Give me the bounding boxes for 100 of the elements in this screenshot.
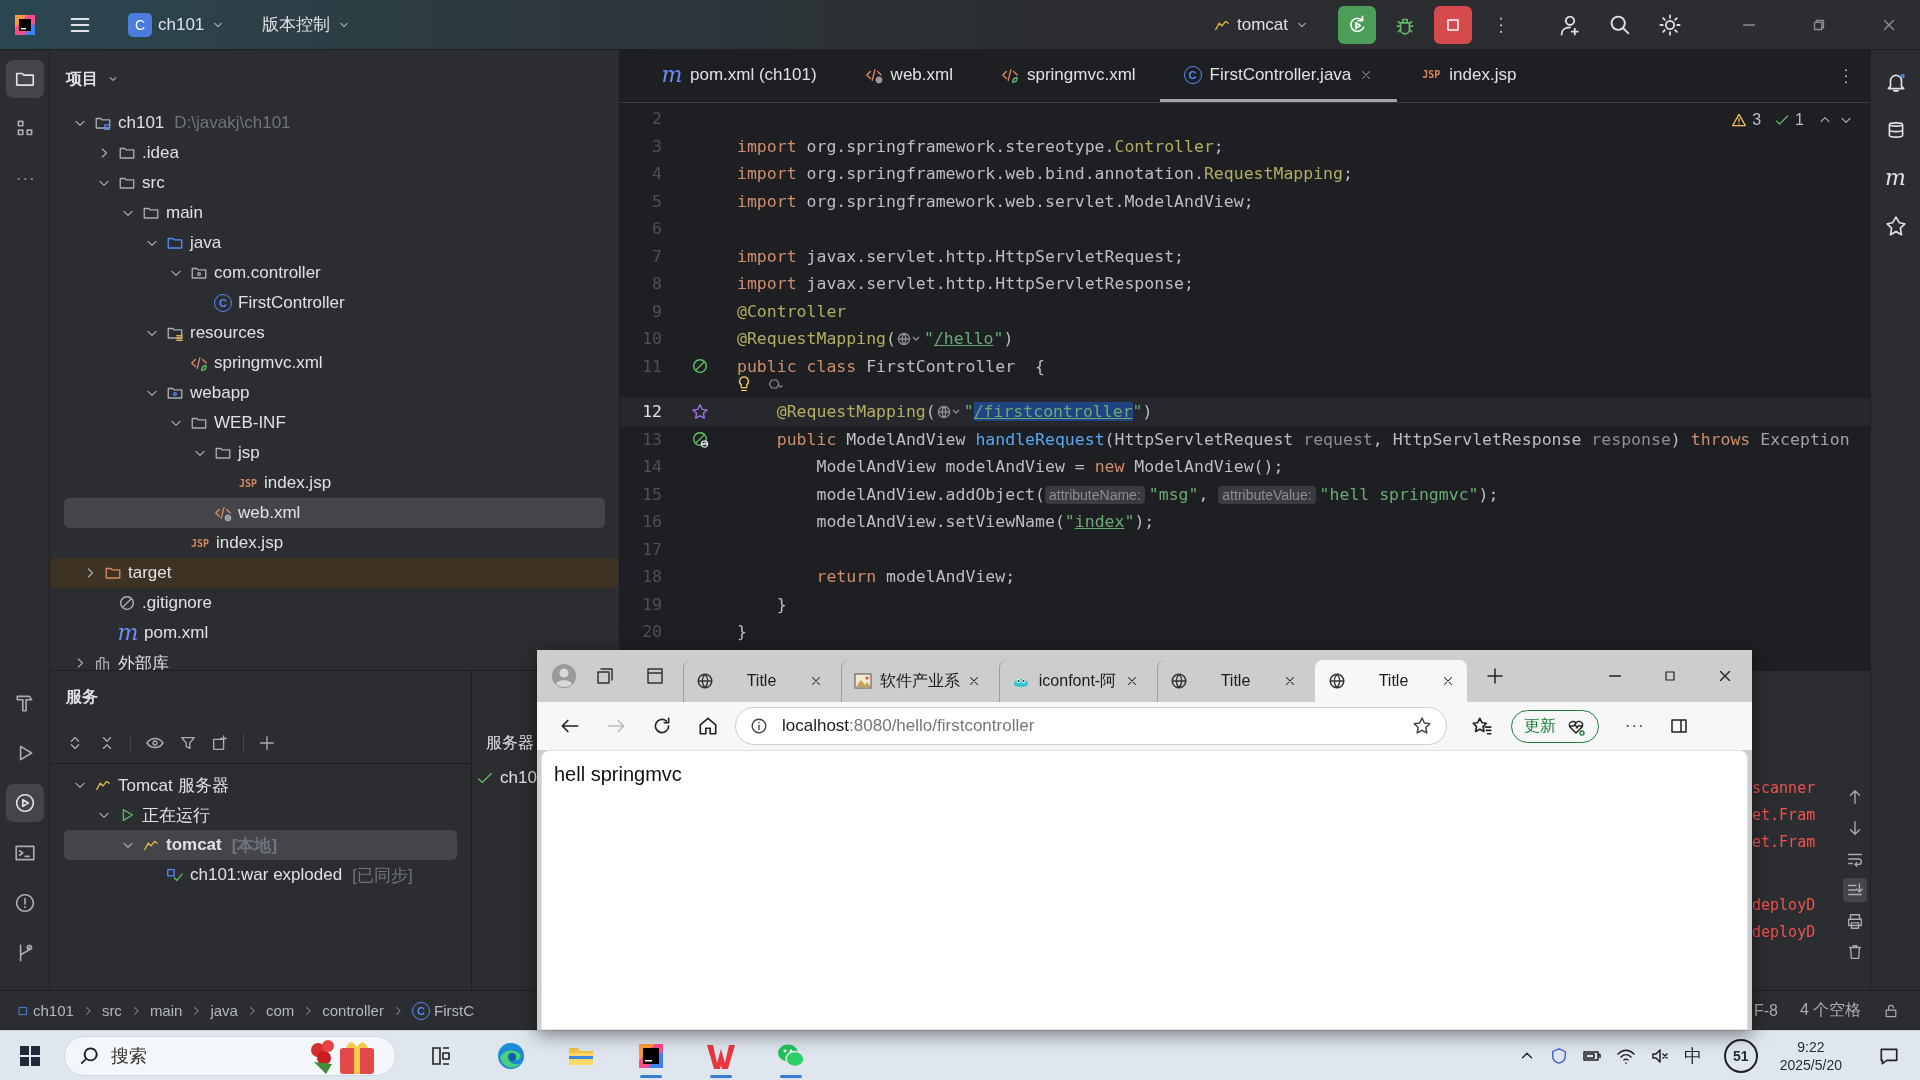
tree-item[interactable]: ch101 D:\javakj\ch101 bbox=[64, 108, 291, 138]
star-icon[interactable] bbox=[1412, 716, 1432, 736]
tree-item[interactable]: 外部库 bbox=[64, 648, 169, 670]
tree-item[interactable]: JSP index.jsp bbox=[64, 468, 332, 498]
editor-tab[interactable]: springmvc.xml bbox=[976, 50, 1160, 102]
trash-icon[interactable] bbox=[1846, 943, 1864, 961]
editor-tab[interactable]: JSP index.jsp bbox=[1397, 50, 1541, 102]
editor-tab[interactable]: web.xml bbox=[840, 50, 977, 102]
breadcrumb-item[interactable]: com bbox=[262, 1000, 298, 1021]
problem-icon[interactable] bbox=[13, 892, 36, 914]
workspaces-icon[interactable] bbox=[595, 666, 615, 686]
tree-item[interactable]: main bbox=[64, 198, 203, 228]
running-indicator bbox=[780, 1074, 802, 1078]
favorites-icon[interactable] bbox=[1471, 715, 1493, 737]
count-badge[interactable]: 51 bbox=[1723, 1038, 1758, 1073]
breadcrumb-item[interactable]: ch101 bbox=[14, 1000, 77, 1021]
tree-item[interactable]: target bbox=[50, 558, 619, 588]
windows-icon[interactable] bbox=[18, 1043, 42, 1068]
tree-item[interactable]: jsp bbox=[64, 438, 260, 468]
home-icon[interactable] bbox=[697, 715, 719, 737]
code-line: import org.springframework.web.servlet.ModelAndView; bbox=[737, 191, 1254, 211]
close-icon[interactable] bbox=[967, 674, 981, 688]
add-icon[interactable] bbox=[258, 734, 276, 752]
code-line: ModelAndView modelAndView = new ModelAndView(); bbox=[815, 457, 1284, 477]
output-item[interactable]: ch10 bbox=[500, 768, 537, 788]
breadcrumb-item[interactable]: src bbox=[98, 1000, 125, 1021]
code-line: @Controller bbox=[737, 301, 847, 321]
maximize-icon[interactable] bbox=[1662, 668, 1678, 684]
info-icon[interactable] bbox=[750, 717, 768, 735]
close-icon[interactable] bbox=[1441, 674, 1455, 688]
tree-item[interactable]: webapp bbox=[64, 378, 250, 408]
indent-label[interactable]: 4 个空格 bbox=[1800, 1000, 1862, 1021]
tree-item[interactable]: m pom.xml bbox=[64, 618, 209, 648]
encoding-label[interactable]: F-8 bbox=[1754, 1001, 1778, 1020]
tab-layout-icon[interactable] bbox=[645, 666, 665, 686]
tree-item[interactable]: 正在运行 bbox=[64, 800, 210, 830]
breadcrumb-item[interactable]: main bbox=[146, 1000, 186, 1021]
breadcrumb-item[interactable]: C FirstC bbox=[408, 999, 477, 1022]
tree-item[interactable]: ch101:war exploded [已同步] bbox=[64, 860, 413, 890]
vcs-dropdown[interactable]: 版本控制 bbox=[254, 7, 361, 42]
bell-icon[interactable] bbox=[1884, 71, 1907, 93]
code-vision-icon[interactable] bbox=[767, 376, 783, 392]
search-icon bbox=[78, 1044, 100, 1067]
close-icon[interactable] bbox=[809, 674, 823, 688]
breadcrumb-item[interactable]: controller bbox=[319, 1000, 387, 1021]
code-line: import org.springframework.stereotype.Controller; bbox=[737, 136, 1224, 156]
rerun-button[interactable] bbox=[1338, 5, 1376, 44]
check-icon[interactable] bbox=[1774, 112, 1791, 128]
running-indicator bbox=[640, 1074, 662, 1078]
tree-item[interactable]: web.xml bbox=[64, 498, 605, 528]
printer-icon[interactable] bbox=[1846, 912, 1864, 930]
services-icon[interactable] bbox=[13, 792, 36, 814]
output-tab[interactable]: 服务器 bbox=[472, 727, 534, 760]
browser-tab[interactable]: Title bbox=[1315, 660, 1467, 702]
close-icon[interactable] bbox=[1283, 674, 1297, 688]
input-method[interactable]: 中 bbox=[1683, 1043, 1702, 1068]
warning-count[interactable]: 3 bbox=[1752, 111, 1762, 129]
code-line: @RequestMapping( bbox=[737, 329, 896, 349]
tree-item[interactable]: C FirstController bbox=[64, 288, 345, 318]
star-icon[interactable] bbox=[690, 402, 709, 421]
breadcrumb-item[interactable]: java bbox=[207, 1000, 241, 1021]
new-tab-icon[interactable] bbox=[211, 734, 229, 752]
warning-icon[interactable] bbox=[1731, 112, 1748, 128]
console-text: deployD bbox=[1752, 922, 1817, 943]
library-icon bbox=[94, 654, 112, 670]
tree-item[interactable]: src bbox=[64, 168, 165, 198]
editor-tab[interactable]: C FirstController.java bbox=[1159, 50, 1398, 102]
tree-item[interactable]: java bbox=[64, 228, 222, 258]
settings-icon[interactable] bbox=[1658, 12, 1682, 37]
globe-icon bbox=[1170, 672, 1188, 690]
code-line: import org.springframework.web.bind.annotation.RequestMapping; bbox=[737, 164, 1353, 184]
clock-time[interactable]: 9:22 bbox=[1797, 1037, 1825, 1056]
shield-icon[interactable] bbox=[1549, 1046, 1568, 1065]
tree-item[interactable]: .idea bbox=[64, 138, 179, 168]
plus-icon[interactable] bbox=[1485, 666, 1505, 686]
maven-icon: m bbox=[118, 622, 138, 644]
stop-button[interactable] bbox=[1434, 5, 1472, 44]
tree-item[interactable]: com.controller bbox=[64, 258, 321, 288]
run-config-dropdown[interactable]: tomcat bbox=[1204, 8, 1318, 41]
app-logo-icon[interactable] bbox=[14, 13, 36, 36]
tree-item[interactable]: springmvc.xml bbox=[64, 348, 323, 378]
spark-icon[interactable] bbox=[1884, 215, 1907, 237]
address-bar[interactable]: localhost:8080/hello/firstcontroller bbox=[735, 707, 1447, 745]
check-count[interactable]: 1 bbox=[1795, 111, 1804, 129]
panel-title[interactable]: 项目 bbox=[66, 68, 98, 90]
filter-icon[interactable] bbox=[179, 734, 197, 752]
project-dropdown[interactable]: C ch101 bbox=[120, 6, 235, 43]
close-icon[interactable] bbox=[1125, 674, 1139, 688]
browser-icon[interactable] bbox=[496, 1040, 526, 1071]
panel-title: 服务 bbox=[66, 686, 98, 707]
sidebar-icon[interactable] bbox=[1669, 716, 1689, 736]
tree-item[interactable]: Tomcat 服务器 bbox=[64, 770, 229, 800]
console-text: et.Fram bbox=[1752, 805, 1817, 826]
tree-item[interactable]: .gitignore bbox=[64, 588, 212, 618]
editor-tab[interactable]: m pom.xml (ch101) bbox=[638, 50, 841, 102]
tree-item[interactable]: WEB-INF bbox=[64, 408, 286, 438]
tree-item[interactable]: resources bbox=[64, 318, 265, 348]
tree-item[interactable]: JSP index.jsp bbox=[64, 528, 284, 558]
image-icon bbox=[854, 672, 872, 690]
clock-date[interactable]: 2025/5/20 bbox=[1779, 1055, 1842, 1074]
